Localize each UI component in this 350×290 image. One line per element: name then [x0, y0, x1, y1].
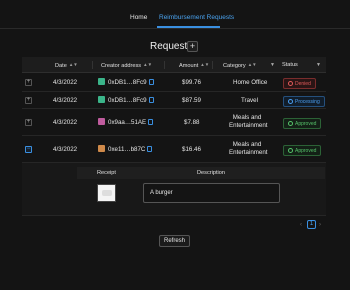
identicon-avatar [98, 78, 105, 85]
top-nav: Home Reimbursement Requests [0, 0, 350, 29]
sort-icon[interactable]: ▲▼ [143, 62, 152, 67]
row-date: 4/3/2022 [53, 119, 78, 126]
copy-icon[interactable] [147, 146, 153, 152]
identicon-avatar [98, 96, 105, 103]
table-header: Date ▲▼ Creator address ▲▼ Amount ▲▼ Catego… [22, 57, 326, 73]
clock-icon [288, 98, 293, 104]
table-row: + 4/3/2022 0x9aa…51AE $7.88 Meals and En… [22, 109, 326, 136]
row-category: Travel [241, 97, 258, 104]
row-amount: $87.59 [182, 97, 201, 104]
status-badge: Denied [283, 78, 316, 89]
expand-row-button[interactable]: + [25, 119, 32, 126]
page-title: Requests [150, 41, 193, 52]
header-creator-address[interactable]: Creator address ▲▼ [101, 62, 152, 69]
description-header: Description [197, 170, 225, 176]
column-divider [92, 61, 93, 69]
add-request-button[interactable]: + [187, 41, 198, 52]
creator-address-text: 0xe11…b87C [108, 146, 146, 153]
row-amount: $99.76 [182, 79, 201, 86]
check-circle-icon [288, 147, 293, 153]
header-date[interactable]: Date ▲▼ [55, 62, 78, 69]
sort-icon[interactable]: ▲▼ [200, 62, 209, 67]
header-status: Status [282, 62, 298, 68]
table-row: − 4/3/2022 0xe11…b87C $16.46 Meals and E… [22, 136, 326, 163]
filter-icon[interactable]: ▼ [270, 62, 275, 68]
refresh-button[interactable]: Refresh [159, 235, 190, 247]
row-detail-panel: Receipt Description A burger [22, 163, 326, 216]
row-category: Meals and Entertainment [229, 114, 268, 129]
row-creator-address: 0xDB1…8Fc9 [98, 78, 154, 86]
sort-icon[interactable]: ▲▼ [69, 62, 78, 67]
row-date: 4/3/2022 [53, 97, 78, 104]
copy-icon[interactable] [148, 119, 154, 125]
row-category: Meals and Entertainment [229, 141, 268, 156]
status-badge: Approved [283, 145, 322, 156]
receipt-image[interactable] [97, 184, 116, 202]
collapse-row-button[interactable]: − [25, 146, 32, 153]
creator-address-text: 0x9aa…51AE [108, 119, 147, 126]
requests-table: Date ▲▼ Creator address ▲▼ Amount ▲▼ Catego… [22, 57, 326, 216]
creator-address-text: 0xDB1…8Fc9 [108, 97, 147, 104]
row-date: 4/3/2022 [53, 79, 78, 86]
receipt-header: Receipt [97, 170, 116, 176]
table-row: + 4/3/2022 0xDB1…8Fc9 $87.59 Travel Proc… [22, 92, 326, 109]
row-creator-address: 0x9aa…51AE [98, 118, 154, 126]
identicon-avatar [98, 145, 105, 152]
header-category[interactable]: Category ▲▼ [223, 62, 257, 69]
check-circle-icon [288, 120, 293, 126]
sort-icon[interactable]: ▲▼ [248, 62, 257, 67]
row-amount: $7.88 [184, 119, 200, 126]
header-category-label: Category [223, 63, 246, 69]
row-date: 4/3/2022 [53, 146, 78, 153]
detail-header: Receipt Description [77, 167, 325, 179]
header-creator-label: Creator address [101, 63, 142, 69]
active-tab-indicator [157, 26, 220, 28]
processing-badge: Processing [283, 96, 325, 107]
description-field[interactable]: A burger [143, 183, 280, 203]
header-amount[interactable]: Amount ▲▼ [179, 62, 209, 69]
approved-badge: Approved [283, 118, 322, 129]
row-amount: $16.46 [182, 146, 201, 153]
status-text: Processing [295, 98, 320, 105]
column-divider [212, 61, 213, 69]
nav-tab-reimbursement-requests[interactable]: Reimbursement Requests [159, 14, 234, 22]
status-badge: Approved [283, 118, 322, 129]
expand-row-button[interactable]: + [25, 79, 32, 86]
identicon-avatar [98, 118, 105, 125]
prev-page-button[interactable]: ‹ [300, 222, 302, 228]
status-text: Denied [295, 80, 311, 87]
next-page-button[interactable]: › [319, 222, 321, 228]
status-badge: Processing [283, 96, 325, 107]
page-1-button[interactable]: 1 [307, 220, 316, 229]
nav-tab-home[interactable]: Home [130, 14, 147, 22]
expand-row-button[interactable]: + [25, 97, 32, 104]
copy-icon[interactable] [148, 97, 154, 103]
table-row: + 4/3/2022 0xDB1…8Fc9 $99.76 Home Office… [22, 73, 326, 92]
x-circle-icon [288, 80, 293, 86]
row-creator-address: 0xDB1…8Fc9 [98, 96, 154, 104]
row-creator-address: 0xe11…b87C [98, 145, 153, 153]
denied-badge: Denied [283, 78, 316, 89]
column-divider [164, 61, 165, 69]
copy-icon[interactable] [148, 79, 154, 85]
approved-badge: Approved [283, 145, 322, 156]
status-text: Approved [295, 120, 317, 127]
header-amount-label: Amount [179, 63, 199, 69]
header-date-label: Date [55, 63, 67, 69]
status-text: Approved [295, 147, 317, 154]
creator-address-text: 0xDB1…8Fc9 [108, 79, 147, 86]
row-category: Home Office [233, 79, 268, 86]
filter-icon[interactable]: ▼ [316, 62, 321, 68]
